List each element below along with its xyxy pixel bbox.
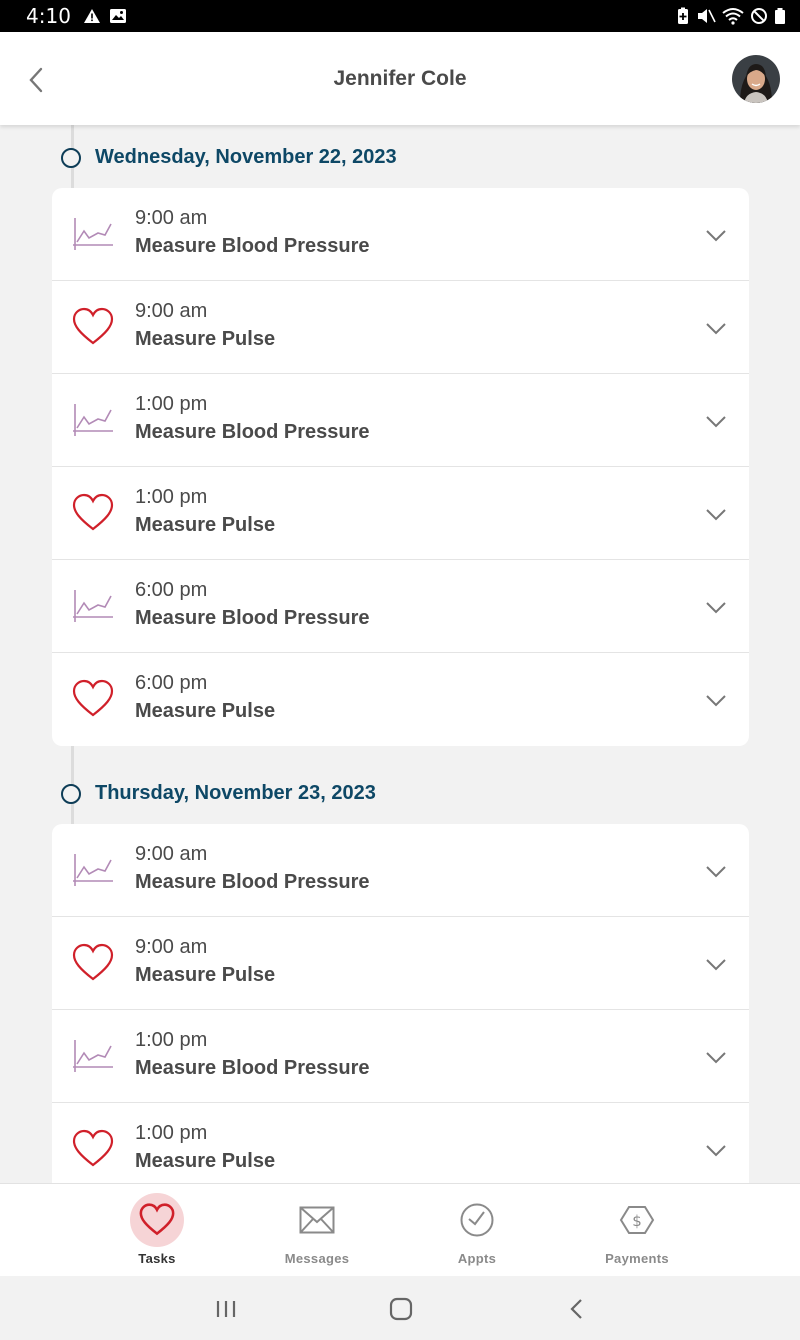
svg-text:$: $ (632, 1212, 642, 1230)
chevron-down-icon[interactable] (705, 953, 727, 975)
chevron-down-icon[interactable] (705, 410, 727, 432)
chevron-down-icon[interactable] (705, 860, 727, 882)
task-time: 1:00 pm (135, 1029, 208, 1051)
chart-icon (73, 590, 113, 622)
task-row[interactable]: 6:00 pm Measure Blood Pressure (52, 560, 749, 653)
task-row[interactable]: 1:00 pm Measure Blood Pressure (52, 374, 749, 467)
task-time: 6:00 pm (135, 579, 208, 601)
day-header: Thursday, November 23, 2023 (61, 782, 376, 805)
chevron-down-icon[interactable] (705, 596, 727, 618)
task-time: 9:00 am (135, 843, 208, 865)
do-not-disturb-icon (751, 8, 767, 24)
nav-payments-label: Payments (605, 1251, 669, 1266)
battery-saver-icon (678, 7, 688, 24)
app-header: Jennifer Cole (0, 32, 800, 125)
timeline-dot-icon (61, 783, 81, 804)
nav-payments[interactable]: $ Payments (577, 1184, 697, 1277)
profile-photo-icon (732, 55, 780, 103)
avatar[interactable] (732, 55, 780, 103)
task-row[interactable]: 1:00 pm Measure Pulse (52, 467, 749, 560)
task-name: Measure Pulse (135, 964, 276, 986)
chart-icon (73, 854, 113, 886)
task-name: Measure Blood Pressure (135, 607, 370, 629)
chevron-down-icon[interactable] (705, 503, 727, 525)
image-icon (109, 9, 126, 23)
recent-apps-button[interactable] (211, 1294, 241, 1324)
status-time: 4:10 (26, 4, 71, 28)
chart-icon (73, 218, 113, 250)
task-name: Measure Pulse (135, 1150, 276, 1172)
task-row[interactable]: 1:00 pm Measure Blood Pressure (52, 1010, 749, 1103)
system-back-icon (570, 1299, 582, 1319)
chart-icon (73, 404, 113, 436)
task-row[interactable]: 1:00 pm Measure Pulse (52, 1103, 749, 1183)
bottom-nav: Tasks Messages Appts $ Payments (0, 1183, 800, 1276)
task-time: 9:00 am (135, 936, 208, 958)
home-button[interactable] (386, 1294, 416, 1324)
status-bar: 4:10 (0, 0, 800, 32)
task-time: 6:00 pm (135, 672, 208, 694)
heart-icon (72, 943, 114, 981)
heart-icon (139, 1203, 175, 1236)
recent-apps-icon (216, 1301, 236, 1317)
wifi-icon (722, 8, 744, 25)
envelope-icon (299, 1206, 335, 1234)
day-title: Thursday, November 23, 2023 (95, 782, 376, 804)
chevron-down-icon[interactable] (705, 317, 727, 339)
task-name: Measure Pulse (135, 514, 276, 536)
battery-icon (775, 8, 785, 24)
clock-check-icon (460, 1203, 494, 1237)
task-row[interactable]: 9:00 am Measure Pulse (52, 917, 749, 1010)
task-time: 9:00 am (135, 300, 208, 322)
task-name: Measure Pulse (135, 700, 276, 722)
mute-icon (698, 9, 716, 23)
heart-icon (72, 493, 114, 531)
nav-messages[interactable]: Messages (257, 1184, 377, 1277)
day-header: Wednesday, November 22, 2023 (61, 146, 397, 169)
nav-tasks-highlight (130, 1193, 184, 1247)
day-task-card: 9:00 am Measure Blood Pressure 9:00 am Mea… (52, 824, 749, 1183)
chart-icon (73, 1040, 113, 1072)
heart-icon (72, 679, 114, 717)
heart-icon (72, 307, 114, 345)
task-name: Measure Blood Pressure (135, 871, 370, 893)
heart-icon (72, 1129, 114, 1167)
chevron-down-icon[interactable] (705, 1139, 727, 1161)
chevron-down-icon[interactable] (705, 1046, 727, 1068)
nav-appts-label: Appts (457, 1251, 497, 1266)
task-name: Measure Pulse (135, 328, 276, 350)
nav-messages-label: Messages (284, 1251, 350, 1266)
task-name: Measure Blood Pressure (135, 235, 370, 257)
chevron-down-icon[interactable] (705, 224, 727, 246)
home-icon (389, 1297, 413, 1321)
chevron-down-icon[interactable] (705, 689, 727, 711)
page-title: Jennifer Cole (333, 66, 467, 90)
task-row[interactable]: 9:00 am Measure Blood Pressure (52, 188, 749, 281)
task-time: 1:00 pm (135, 1122, 208, 1144)
nav-tasks[interactable]: Tasks (97, 1184, 217, 1277)
task-row[interactable]: 9:00 am Measure Pulse (52, 281, 749, 374)
task-time: 9:00 am (135, 207, 208, 229)
system-nav-bar (0, 1276, 800, 1340)
day-title: Wednesday, November 22, 2023 (95, 146, 397, 168)
warning-icon (83, 9, 100, 23)
task-row[interactable]: 9:00 am Measure Blood Pressure (52, 824, 749, 917)
task-row[interactable]: 6:00 pm Measure Pulse (52, 653, 749, 746)
task-name: Measure Blood Pressure (135, 421, 370, 443)
payment-tag-icon: $ (619, 1206, 655, 1234)
nav-tasks-label: Tasks (138, 1251, 176, 1266)
task-time: 1:00 pm (135, 486, 208, 508)
back-chevron-icon (29, 67, 43, 93)
system-back-button[interactable] (561, 1294, 591, 1324)
back-button[interactable] (22, 66, 50, 94)
nav-appts[interactable]: Appts (417, 1184, 537, 1277)
task-time: 1:00 pm (135, 393, 208, 415)
task-name: Measure Blood Pressure (135, 1057, 370, 1079)
day-task-card: 9:00 am Measure Blood Pressure 9:00 am Mea… (52, 188, 749, 746)
timeline-dot-icon (61, 147, 81, 168)
task-timeline[interactable]: Wednesday, November 22, 2023 9:00 am Meas… (0, 125, 800, 1183)
